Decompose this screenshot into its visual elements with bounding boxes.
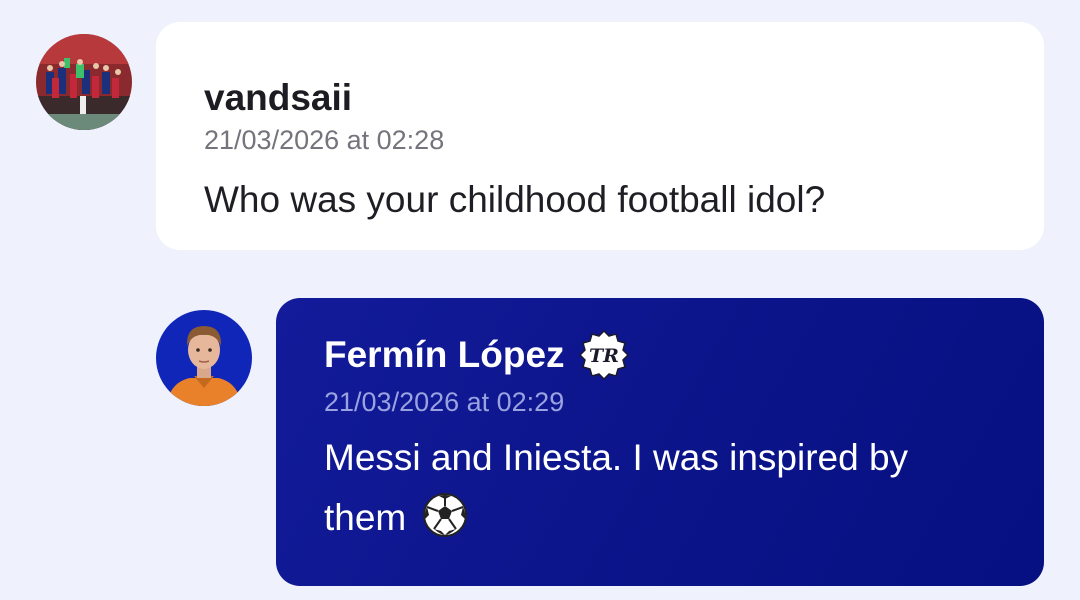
svg-text:TR: TR — [589, 345, 619, 367]
message-text: Who was your childhood football idol? — [204, 179, 826, 220]
message-text: Messi and Iniesta. I was inspired by the… — [324, 437, 909, 538]
author-name-row: Fermín López TR — [324, 328, 1044, 382]
avatar-fermin-lopez[interactable] — [156, 310, 252, 406]
avatar-vandsaii[interactable] — [36, 34, 132, 130]
message-timestamp: 21/03/2026 at 02:29 — [324, 387, 565, 417]
message-text-block: Messi and Iniesta. I was inspired by the… — [324, 428, 984, 548]
author-name[interactable]: Fermín López — [324, 331, 565, 379]
message-card-outgoing: Fermín López TR 21/03/2026 at 02:29 Mess… — [276, 298, 1044, 586]
verified-tr-badge-icon: TR — [577, 328, 631, 382]
soccer-ball-icon — [421, 491, 469, 539]
message-timestamp: 21/03/2026 at 02:28 — [204, 125, 445, 155]
author-name[interactable]: vandsaii — [204, 74, 1044, 122]
message-card-incoming: vandsaii 21/03/2026 at 02:28 Who was you… — [156, 22, 1044, 250]
